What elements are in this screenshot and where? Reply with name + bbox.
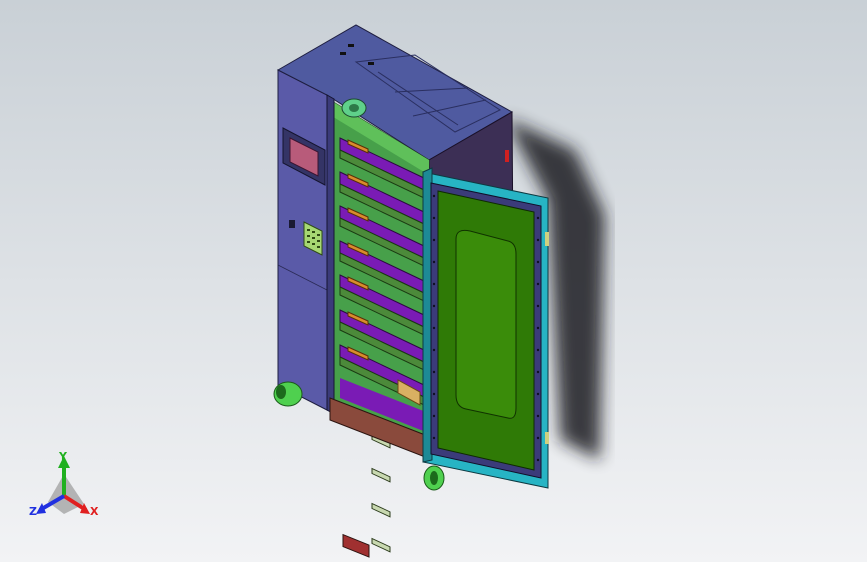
bolt [536, 260, 540, 264]
caster-front-left [273, 381, 303, 407]
bolt [432, 326, 436, 330]
side-indicator [505, 150, 509, 162]
bolt [432, 392, 436, 396]
bolt [536, 414, 540, 418]
bolt [536, 238, 540, 242]
bolt [536, 282, 540, 286]
y-axis-label: Y [58, 450, 68, 463]
top-vent-1 [340, 52, 346, 55]
bolt [536, 370, 540, 374]
cabinet-door[interactable] [422, 167, 549, 489]
door-latch[interactable] [545, 232, 549, 246]
bolt [536, 392, 540, 396]
door-panel-recess [455, 229, 517, 419]
x-axis-label: X [90, 505, 99, 518]
bolt [536, 458, 540, 462]
fan-hub [349, 104, 359, 112]
bolt [536, 216, 540, 220]
bolt [432, 348, 436, 352]
z-axis-label: Z [29, 505, 37, 518]
bolt [536, 436, 540, 440]
bolt [432, 282, 436, 286]
bolt [432, 436, 436, 440]
bolt [536, 348, 540, 352]
bolt [432, 238, 436, 242]
front-frame-left [326, 94, 335, 415]
cad-scene[interactable]: Y X Z [0, 0, 867, 562]
card-slot [289, 220, 295, 228]
bolt [432, 216, 436, 220]
bolt [432, 260, 436, 264]
bolt [432, 414, 436, 418]
caster-front-right [423, 465, 445, 491]
bolt [536, 304, 540, 308]
door-hinge-bottom [545, 432, 549, 444]
bolt [432, 194, 436, 198]
cad-viewport[interactable]: Y X Z [0, 0, 867, 562]
bolt [536, 326, 540, 330]
bolt [432, 304, 436, 308]
top-vent-2 [348, 44, 354, 47]
top-vent-3 [368, 62, 374, 65]
bolt [432, 370, 436, 374]
